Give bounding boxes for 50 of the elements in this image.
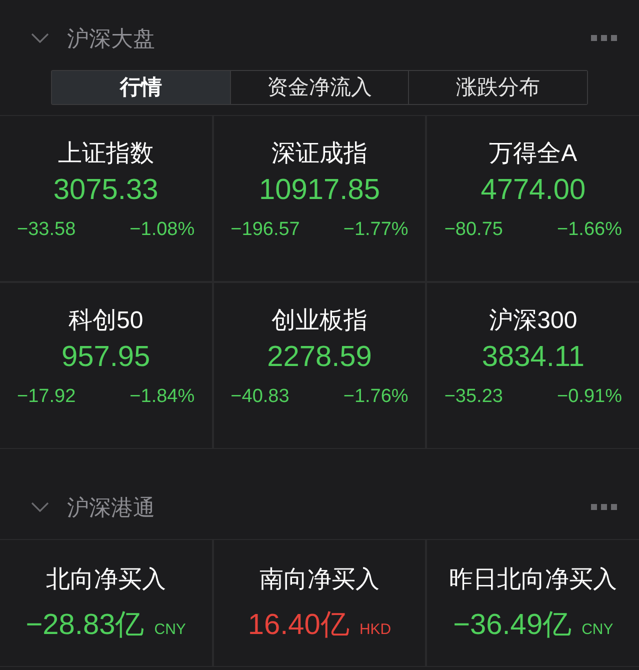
- index-percent: −1.84%: [130, 385, 195, 409]
- index-card[interactable]: 创业板指 2278.59 −40.83 −1.76%: [214, 283, 426, 448]
- index-change: −33.58: [17, 218, 76, 242]
- index-card[interactable]: 上证指数 3075.33 −33.58 −1.08%: [0, 116, 212, 281]
- index-value: 4774.00: [480, 173, 586, 208]
- index-value: 2278.59: [267, 340, 372, 375]
- index-change: −40.83: [230, 385, 290, 409]
- flow-name: 昨日北向净买入: [449, 565, 618, 595]
- index-card[interactable]: 万得全A 4774.00 −80.75 −1.66%: [427, 116, 639, 281]
- index-value: 3075.33: [53, 173, 158, 208]
- index-name: 科创50: [68, 306, 144, 336]
- index-card[interactable]: 深证成指 10917.85 −196.57 −1.77%: [214, 116, 426, 281]
- currency-label: CNY: [582, 620, 614, 640]
- flow-card[interactable]: 昨日北向净买入 −36.49亿 CNY: [427, 540, 639, 666]
- flow-value: −28.83亿: [26, 608, 144, 643]
- flow-card[interactable]: 北向净买入 −28.83亿 CNY: [0, 540, 212, 666]
- index-change: −17.92: [17, 385, 76, 409]
- more-icon[interactable]: [591, 35, 617, 41]
- section-title: 沪深大盘: [67, 24, 155, 52]
- index-card[interactable]: 沪深300 3834.11 −35.23 −0.91%: [427, 283, 639, 448]
- chevron-icon[interactable]: [30, 501, 50, 513]
- index-percent: −1.08%: [130, 218, 195, 242]
- index-percent: −1.66%: [557, 218, 622, 242]
- index-percent: −0.91%: [557, 385, 622, 409]
- index-percent: −1.77%: [343, 218, 408, 242]
- index-card[interactable]: 科创50 957.95 −17.92 −1.84%: [0, 283, 212, 448]
- index-name: 万得全A: [489, 139, 578, 169]
- currency-label: CNY: [154, 620, 186, 640]
- flow-value: 16.40亿: [248, 608, 350, 643]
- index-name: 上证指数: [58, 139, 154, 169]
- flow-value: −36.49亿: [453, 608, 572, 643]
- index-name: 深证成指: [271, 139, 368, 169]
- flow-name: 南向净买入: [259, 565, 380, 595]
- index-percent: −1.76%: [343, 385, 408, 409]
- index-change: −80.75: [444, 218, 503, 242]
- index-value: 957.95: [61, 340, 150, 375]
- chevron-icon[interactable]: [30, 32, 50, 44]
- index-change: −35.23: [444, 385, 503, 409]
- index-value: 10917.85: [259, 173, 380, 208]
- index-name: 创业板指: [271, 306, 368, 336]
- flow-name: 北向净买入: [46, 565, 166, 595]
- flow-card[interactable]: 南向净买入 16.40亿 HKD: [214, 540, 426, 666]
- index-value: 3834.11: [482, 340, 584, 375]
- tab[interactable]: 行情: [52, 71, 230, 104]
- index-name: 沪深300: [489, 306, 578, 336]
- index-change: −196.57: [230, 218, 300, 242]
- section-title: 沪深港通: [67, 494, 155, 522]
- tab[interactable]: 涨跌分布: [408, 71, 588, 104]
- currency-label: HKD: [359, 620, 392, 640]
- more-icon[interactable]: [591, 504, 617, 510]
